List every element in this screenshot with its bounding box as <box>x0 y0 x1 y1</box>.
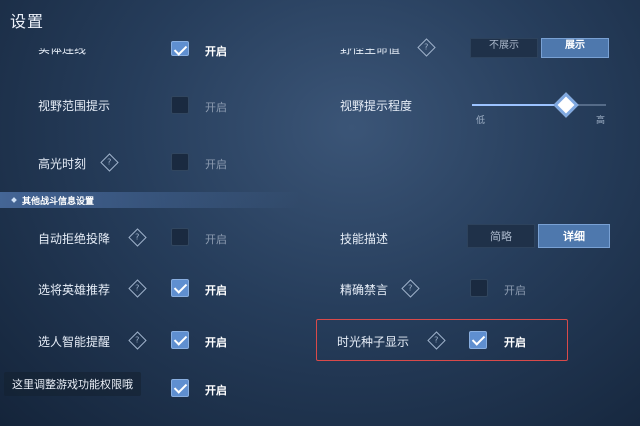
tooltip: 这里调整游戏功能权限哦 <box>4 372 141 396</box>
row-label-auto-reject: 自动拒绝投降 <box>38 232 111 246</box>
info-diamond-icon[interactable]: ? <box>128 331 147 350</box>
checkbox-bottom-row[interactable] <box>171 379 189 397</box>
checkbox-vision-range[interactable] <box>171 96 189 114</box>
checkbox-smart-reminder[interactable] <box>171 331 189 349</box>
row-label-vision-degree: 视野提示程度 <box>340 99 413 113</box>
checkbox-label-precise-mute: 开启 <box>504 284 526 297</box>
info-diamond-icon[interactable]: ? <box>100 153 119 172</box>
slider-thumb[interactable] <box>553 92 579 118</box>
row-label-time-seed: 时光种子显示 <box>337 335 410 349</box>
checkbox-highlight-moment[interactable] <box>171 153 189 171</box>
segment-monster-hp-show[interactable]: 展示 <box>541 38 609 58</box>
info-diamond-icon[interactable]: ? <box>128 279 147 298</box>
row-label-precise-mute: 精确禁言 <box>340 283 389 297</box>
row-label-skill-desc: 技能描述 <box>340 232 389 246</box>
checkbox-label-smart-reminder: 开启 <box>205 336 227 349</box>
checkbox-label-entity-line: 开启 <box>205 45 227 58</box>
segment-skill-brief[interactable]: 简略 <box>467 224 535 248</box>
info-diamond-icon[interactable]: ? <box>417 38 436 57</box>
checkbox-precise-mute[interactable] <box>470 279 488 297</box>
row-label-smart-reminder: 选人智能提醒 <box>38 335 111 349</box>
page-title: 设置 <box>10 12 45 31</box>
checkbox-label-hero-recommend: 开启 <box>205 284 227 297</box>
slider-high-label: 高 <box>596 116 606 126</box>
checkbox-auto-reject[interactable] <box>171 228 189 246</box>
row-label-highlight-moment: 高光时刻 <box>38 157 87 171</box>
checkbox-label-time-seed: 开启 <box>504 336 526 349</box>
info-diamond-icon[interactable]: ? <box>128 228 147 247</box>
checkbox-entity-line[interactable] <box>171 41 189 56</box>
checkbox-hero-recommend[interactable] <box>171 279 189 297</box>
checkbox-label-auto-reject: 开启 <box>205 233 227 246</box>
info-diamond-icon[interactable]: ? <box>401 279 420 298</box>
checkbox-label-highlight-moment: 开启 <box>205 158 227 171</box>
row-label-hero-recommend: 选将英雄推荐 <box>38 283 111 297</box>
slider-fill <box>472 104 566 106</box>
segment-monster-hp-hide[interactable]: 不展示 <box>470 38 538 58</box>
checkbox-time-seed[interactable] <box>469 331 487 349</box>
row-label-vision-range: 视野范围提示 <box>38 99 111 113</box>
row-label-monster-hp: 野怪生命值 <box>340 42 401 57</box>
section-title: 其他战斗信息设置 <box>22 197 95 207</box>
segment-skill-detail[interactable]: 详细 <box>538 224 610 248</box>
checkbox-label-bottom-row: 开启 <box>205 384 227 397</box>
row-label-entity-line: 实体连线 <box>38 42 87 57</box>
checkbox-label-vision-range: 开启 <box>205 101 227 114</box>
slider-low-label: 低 <box>476 116 486 126</box>
